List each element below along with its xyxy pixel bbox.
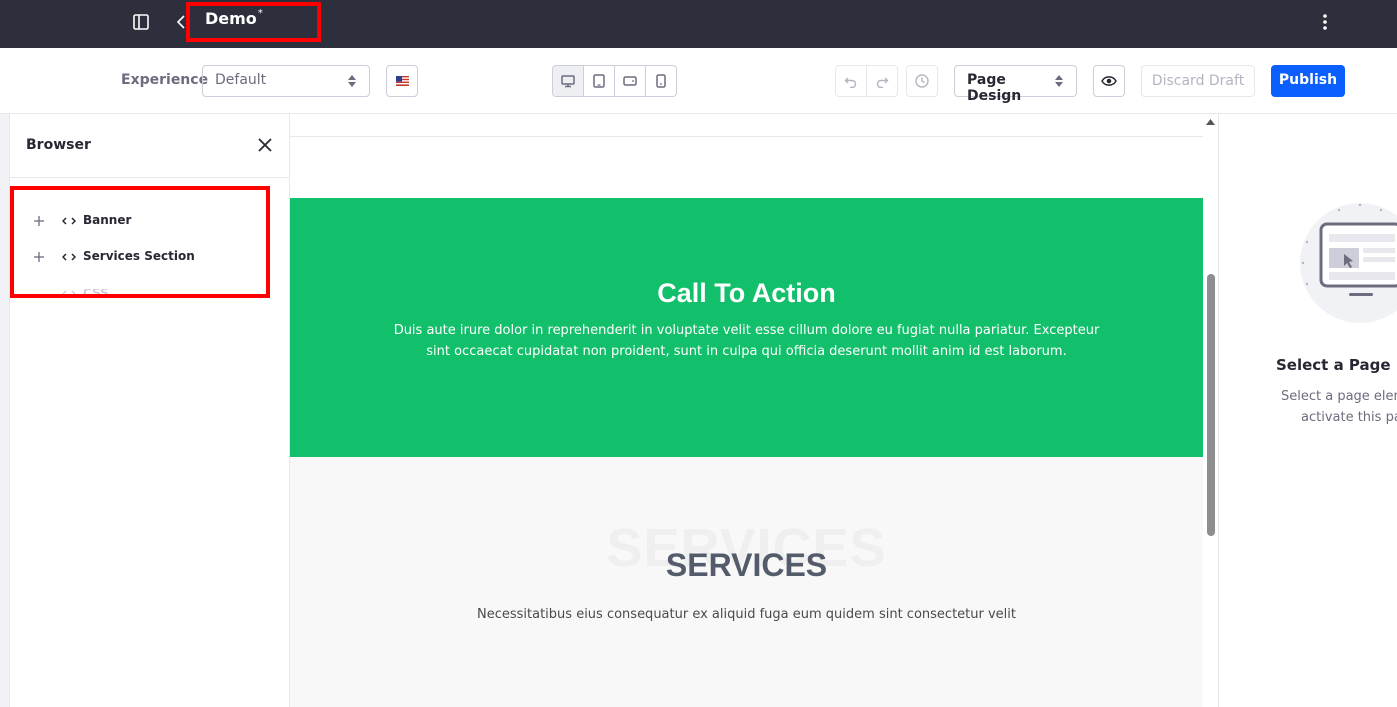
- empty-state-text-line2: activate this par: [1301, 410, 1397, 425]
- publish-button[interactable]: Publish: [1271, 65, 1345, 97]
- expand-plus-icon[interactable]: [32, 250, 46, 264]
- history-button[interactable]: [906, 65, 938, 97]
- experience-select[interactable]: Default: [202, 65, 370, 97]
- services-title: SERVICES: [665, 547, 828, 583]
- services-section[interactable]: SERVICES SERVICES Necessitatibus eius co…: [290, 457, 1203, 707]
- cta-title: Call To Action: [657, 278, 836, 308]
- undo-button[interactable]: [836, 66, 867, 96]
- undo-redo-group: [835, 65, 898, 97]
- tree-item-services-section[interactable]: Services Section: [32, 247, 272, 269]
- select-element-illustration-icon: [1300, 203, 1397, 323]
- history-icon: [915, 74, 929, 88]
- page-title-text: Demo: [205, 9, 257, 28]
- page-design-dropdown[interactable]: Page Design: [954, 65, 1077, 104]
- browser-panel-title: Browser: [26, 137, 91, 153]
- portrait-phone-icon: [656, 74, 666, 88]
- portrait-phone-view-button[interactable]: [646, 66, 676, 96]
- empty-state-text-line1: Select a page elem: [1281, 389, 1397, 404]
- desktop-icon: [561, 75, 575, 88]
- tablet-icon: [593, 74, 605, 88]
- desktop-view-button[interactable]: [553, 66, 584, 96]
- editor-toolbar: Experience Default Page Design Discard D…: [0, 48, 1397, 114]
- page-canvas: Call To Action Duis aute irure dolor in …: [290, 114, 1218, 707]
- left-rail: [0, 114, 10, 707]
- services-text: Necessitatibus eius consequatur ex aliqu…: [477, 607, 1016, 622]
- tablet-view-button[interactable]: [584, 66, 615, 96]
- scroll-up-arrow-icon[interactable]: [1206, 119, 1215, 125]
- code-icon: [62, 253, 76, 261]
- tree-item-label: Banner: [83, 213, 132, 227]
- tree-item-label: CSS: [83, 289, 109, 297]
- tree-item-label: Services Section: [83, 249, 195, 263]
- empty-state-title: Select a Page Ele: [1276, 356, 1397, 374]
- experience-value: Default: [215, 72, 267, 88]
- kebab-menu-icon[interactable]: [1316, 11, 1334, 33]
- empty-state-text: Select a page elem activate this par: [1281, 386, 1397, 428]
- preview-button[interactable]: [1093, 65, 1125, 97]
- code-icon: [62, 217, 76, 225]
- back-chevron-icon[interactable]: [174, 12, 188, 32]
- redo-icon: [876, 77, 889, 88]
- experience-label: Experience: [121, 72, 209, 88]
- canvas-divider: [290, 136, 1203, 137]
- call-to-action-section[interactable]: Call To Action Duis aute irure dolor in …: [290, 198, 1203, 457]
- tree-item-css[interactable]: CSS: [32, 289, 272, 297]
- browser-panel: Browser Banner Services Section CSS: [10, 114, 290, 707]
- landscape-phone-icon: [623, 76, 637, 86]
- code-icon: [62, 290, 76, 297]
- eye-icon: [1101, 76, 1117, 86]
- discard-draft-button[interactable]: Discard Draft: [1141, 65, 1255, 97]
- canvas-scrollbar[interactable]: [1203, 114, 1218, 707]
- undo-icon: [844, 77, 857, 88]
- top-bar: Demo*: [0, 0, 1397, 48]
- unsaved-marker: *: [257, 7, 263, 19]
- expand-plus-icon[interactable]: [32, 214, 46, 228]
- page-design-caret-icon: [1055, 75, 1063, 87]
- device-selector: [552, 65, 677, 97]
- select-caret-icon: [348, 75, 356, 87]
- configuration-panel: Select a Page Ele Select a page elem act…: [1218, 114, 1397, 707]
- page-title: Demo*: [205, 7, 263, 28]
- sidebar-toggle-icon[interactable]: [131, 12, 151, 32]
- scroll-thumb[interactable]: [1207, 274, 1215, 536]
- landscape-phone-view-button[interactable]: [615, 66, 646, 96]
- page-design-label: Page Design: [967, 72, 1022, 104]
- tree-item-banner[interactable]: Banner: [32, 211, 272, 233]
- language-button[interactable]: [386, 65, 418, 97]
- close-icon[interactable]: [256, 136, 274, 154]
- browser-panel-header: Browser: [10, 114, 290, 178]
- us-flag-icon: [396, 76, 409, 86]
- cta-text: Duis aute irure dolor in reprehenderit i…: [393, 323, 1100, 359]
- redo-button[interactable]: [867, 66, 897, 96]
